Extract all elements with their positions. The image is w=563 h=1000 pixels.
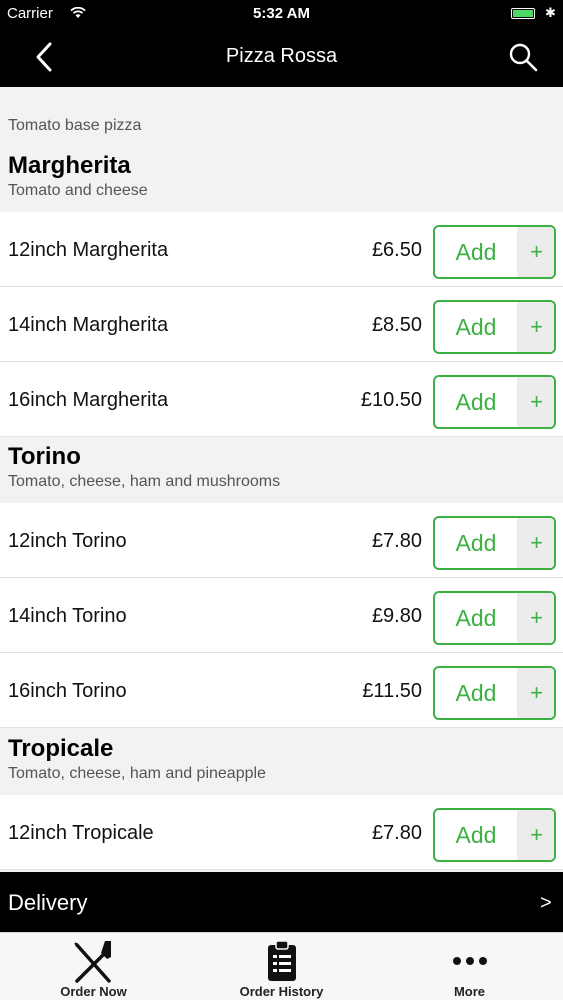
add-label: Add: [455, 680, 497, 706]
add-button[interactable]: Add +: [433, 225, 556, 279]
section-description: Tomato and cheese: [8, 182, 148, 199]
add-label: Add: [455, 314, 497, 340]
tab-order-history[interactable]: Order History: [188, 933, 375, 1000]
plus-icon: +: [517, 227, 554, 277]
add-label: Add: [455, 389, 497, 415]
add-button[interactable]: Add +: [433, 666, 556, 720]
status-bar: Carrier 5:32 AM ✱: [0, 0, 563, 28]
status-time: 5:32 AM: [253, 5, 310, 22]
page-title: Pizza Rossa: [225, 45, 338, 67]
menu-item-row: 14inch Margherita £8.50 Add +: [0, 287, 563, 362]
plus-icon: +: [517, 668, 554, 718]
add-button[interactable]: Add +: [433, 300, 556, 354]
plus-icon: +: [517, 302, 554, 352]
tab-order-now[interactable]: Order Now: [0, 933, 187, 1000]
item-price: £6.50: [371, 239, 422, 261]
add-button[interactable]: Add +: [433, 808, 556, 862]
section-title: Torino: [8, 443, 81, 470]
add-label: Add: [455, 605, 497, 631]
plus-icon: +: [517, 593, 554, 643]
section-header-tropicale: Tropicale Tomato, cheese, ham and pineap…: [0, 735, 563, 795]
section-description: Tomato, cheese, ham and pineapple: [8, 765, 266, 782]
item-name: 14inch Torino: [8, 605, 127, 627]
menu-item-row: 14inch Torino £9.80 Add +: [0, 578, 563, 653]
plus-icon: +: [517, 377, 554, 427]
menu-item-row: 12inch Margherita £6.50 Add +: [0, 212, 563, 287]
add-button[interactable]: Add +: [433, 516, 556, 570]
category-label: Tomato base pizza: [8, 117, 142, 134]
item-price: £7.80: [371, 822, 422, 844]
item-price: £7.80: [371, 530, 422, 552]
plus-icon: +: [517, 518, 554, 568]
menu-list[interactable]: Tomato base pizza Margherita Tomato and …: [0, 87, 563, 872]
fork-knife-icon: [73, 941, 111, 983]
section-title: Tropicale: [8, 735, 114, 762]
add-label: Add: [455, 530, 497, 556]
item-name: 16inch Torino: [8, 680, 127, 702]
item-price: £8.50: [371, 314, 422, 336]
item-name: 12inch Tropicale: [8, 822, 154, 844]
add-label: Add: [455, 822, 497, 848]
battery-icon: [511, 8, 535, 19]
item-price: £10.50: [360, 389, 422, 411]
tab-more[interactable]: More: [376, 933, 563, 1000]
clipboard-list-icon: [267, 940, 296, 981]
menu-item-row: 12inch Torino £7.80 Add +: [0, 503, 563, 578]
add-button[interactable]: Add +: [433, 375, 556, 429]
menu-item-row: 16inch Torino £11.50 Add +: [0, 653, 563, 728]
tab-label: Order Now: [60, 984, 127, 999]
tab-label: Order History: [239, 984, 324, 999]
item-name: 12inch Torino: [8, 530, 127, 552]
section-header-torino: Torino Tomato, cheese, ham and mushrooms: [0, 443, 563, 503]
add-label: Add: [455, 239, 497, 265]
chevron-right-icon: >: [540, 892, 552, 914]
more-dots-icon: [452, 957, 487, 965]
tab-label: More: [453, 984, 486, 999]
item-name: 16inch Margherita: [8, 389, 169, 411]
section-description: Tomato, cheese, ham and mushrooms: [8, 473, 281, 490]
bluetooth-icon: ✱: [545, 5, 556, 20]
delivery-label: Delivery: [8, 890, 88, 915]
section-title: Margherita: [8, 152, 131, 179]
item-price: £11.50: [362, 680, 422, 702]
menu-item-row: 12inch Tropicale £7.80 Add +: [0, 795, 563, 870]
section-header-margherita: Margherita Tomato and cheese: [0, 152, 563, 212]
top-bar: Carrier 5:32 AM ✱ Pizza Rossa: [0, 0, 563, 87]
search-icon[interactable]: [506, 40, 540, 74]
item-price: £9.80: [371, 605, 422, 627]
menu-item-row: 16inch Margherita £10.50 Add +: [0, 362, 563, 437]
item-name: 14inch Margherita: [8, 314, 169, 336]
delivery-bar[interactable]: Delivery >: [0, 872, 563, 932]
tab-bar: Order Now Order History More: [0, 932, 563, 1000]
plus-icon: +: [517, 810, 554, 860]
add-button[interactable]: Add +: [433, 591, 556, 645]
item-name: 12inch Margherita: [8, 239, 169, 261]
